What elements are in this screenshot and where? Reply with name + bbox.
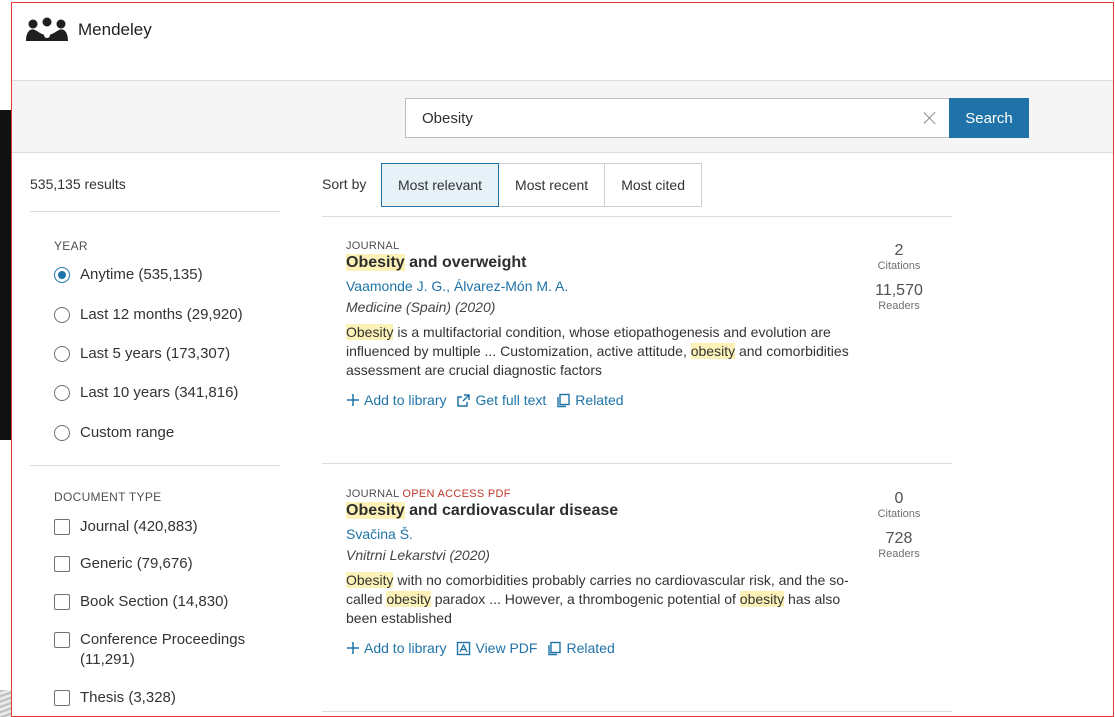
facet-title-document-type: DOCUMENT TYPE — [54, 490, 162, 504]
result-authors[interactable]: Vaamonde J. G., Álvarez-Món M. A. — [346, 278, 946, 294]
result-type: JOURNAL OPEN ACCESS PDF — [346, 488, 511, 500]
readers-count: 728 — [885, 530, 913, 547]
citations-label: Citations — [877, 508, 921, 520]
result-stats: 0 Citations 728 Readers — [864, 490, 934, 560]
radio-button[interactable] — [54, 425, 70, 441]
sidebar-divider — [30, 211, 280, 212]
result-journal: Vnitrni Lekarstvi (2020) — [346, 547, 490, 563]
view-pdf-button[interactable]: View PDF — [456, 640, 537, 656]
result-card: JOURNAL OPEN ACCESS PDF Obesity and card… — [346, 488, 946, 656]
document-type-option[interactable]: Journal (420,883) — [54, 517, 198, 537]
related-documents-icon — [557, 393, 570, 407]
checkbox[interactable] — [54, 594, 70, 610]
highlighted-term: obesity — [690, 343, 736, 359]
result-card: JOURNAL Obesity and overweight Vaamonde … — [346, 240, 946, 408]
abstract-text: paradox ... However, a thrombogenic pote… — [430, 591, 740, 607]
sort-label: Sort by — [322, 176, 367, 192]
related-button[interactable]: Related — [556, 392, 624, 408]
results-divider — [322, 463, 952, 464]
document-type-label: Book Section (14,830) — [80, 593, 229, 610]
result-actions: Add to library Get full text Related — [346, 392, 946, 408]
search-band: Search — [12, 81, 1113, 153]
document-type-option[interactable]: Generic (79,676) — [54, 554, 193, 574]
year-option[interactable]: Anytime (535,135) — [54, 265, 203, 285]
radio-button[interactable] — [54, 385, 70, 401]
radio-button[interactable] — [54, 346, 70, 362]
readers-count: 11,570 — [875, 282, 923, 299]
year-option[interactable]: Last 12 months (29,920) — [54, 305, 243, 325]
sort-tabs: Most relevant Most recent Most cited — [381, 163, 702, 207]
plus-icon — [347, 394, 359, 406]
result-stats: 2 Citations 11,570 Readers — [864, 242, 934, 312]
result-actions: Add to library View PDF Related — [346, 640, 946, 656]
mendeley-logo-icon — [26, 17, 68, 41]
sort-tab[interactable]: Most relevant — [381, 163, 500, 207]
year-option[interactable]: Last 5 years (173,307) — [54, 344, 230, 364]
year-option-label: Last 10 years (341,816) — [80, 384, 239, 401]
plus-icon — [347, 642, 359, 654]
highlighted-term: obesity — [386, 591, 431, 607]
related-documents-icon — [548, 641, 562, 655]
related-button[interactable]: Related — [547, 640, 615, 656]
pdf-icon — [457, 641, 471, 655]
result-title[interactable]: Obesity and cardiovascular disease — [346, 502, 946, 520]
app-name: Mendeley — [78, 20, 152, 39]
results-divider — [322, 711, 952, 712]
citations-count: 0 — [894, 490, 904, 507]
clear-icon[interactable] — [923, 111, 937, 125]
document-type-option[interactable]: Conference Proceedings (11,291) — [54, 630, 254, 670]
year-option-label: Anytime (535,135) — [80, 266, 203, 283]
citations-label: Citations — [877, 260, 921, 272]
year-option[interactable]: Last 10 years (341,816) — [54, 383, 238, 403]
add-to-library-button[interactable]: Add to library — [346, 392, 446, 408]
result-authors[interactable]: Svačina Š. — [346, 526, 946, 542]
results-divider — [322, 216, 952, 217]
search-button[interactable]: Search — [949, 98, 1029, 138]
highlighted-term: obesity — [739, 591, 785, 607]
checkbox[interactable] — [54, 632, 70, 648]
document-type-label: Conference Proceedings (11,291) — [80, 631, 246, 668]
document-type-option[interactable]: Thesis (3,328) — [54, 688, 176, 708]
add-to-library-button[interactable]: Add to library — [346, 640, 446, 656]
results-count: 535,135 results — [30, 176, 126, 192]
result-type: JOURNAL — [346, 240, 400, 252]
top-header: Mendeley — [12, 3, 1113, 81]
readers-label: Readers — [878, 548, 920, 560]
open-access-badge: OPEN ACCESS PDF — [402, 488, 511, 500]
radio-button[interactable] — [54, 267, 70, 283]
logo[interactable]: Mendeley — [24, 17, 152, 43]
checkbox[interactable] — [54, 556, 70, 572]
year-option-label: Custom range — [80, 424, 175, 441]
document-type-label: Generic (79,676) — [80, 555, 193, 572]
year-option[interactable]: Custom range — [54, 423, 174, 443]
checkbox[interactable] — [54, 519, 70, 535]
sort-tab[interactable]: Most recent — [498, 163, 606, 207]
year-option-label: Last 5 years (173,307) — [80, 345, 231, 362]
result-title[interactable]: Obesity and overweight — [346, 254, 946, 272]
citations-count: 2 — [894, 242, 904, 259]
sidebar-divider — [30, 465, 280, 466]
document-type-option[interactable]: Book Section (14,830) — [54, 592, 228, 612]
search-bar: Search — [405, 98, 1029, 138]
result-journal: Medicine (Spain) (2020) — [346, 299, 496, 315]
highlighted-term: Obesity — [346, 324, 394, 340]
facet-title-year: YEAR — [54, 239, 88, 253]
checkbox[interactable] — [54, 690, 70, 706]
year-option-label: Last 12 months (29,920) — [80, 306, 243, 323]
search-input[interactable] — [422, 109, 923, 127]
document-type-label: Thesis (3,328) — [80, 689, 176, 706]
result-abstract: Obesity with no comorbidities probably c… — [346, 571, 866, 628]
document-type-label: Journal (420,883) — [80, 518, 198, 535]
sort-tab[interactable]: Most cited — [604, 163, 702, 207]
get-full-text-button[interactable]: Get full text — [456, 392, 546, 408]
app-window: Mendeley Search 535,135 results YEAR Any… — [11, 2, 1114, 717]
result-abstract: Obesity is a multifactorial condition, w… — [346, 323, 866, 380]
readers-label: Readers — [878, 300, 920, 312]
highlighted-term: Obesity — [346, 572, 394, 588]
external-link-icon — [457, 393, 471, 407]
radio-button[interactable] — [54, 307, 70, 323]
search-box — [405, 98, 949, 138]
